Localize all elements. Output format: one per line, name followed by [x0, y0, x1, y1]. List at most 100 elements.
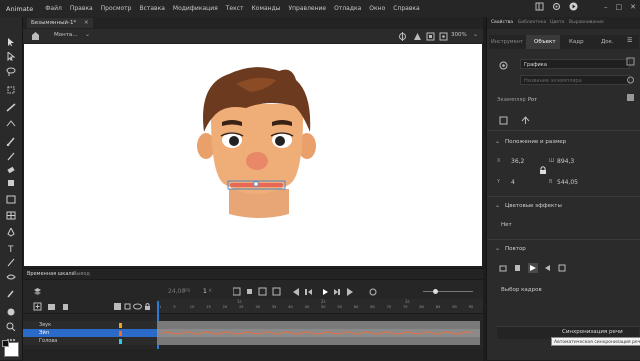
rectangle-tool-icon[interactable] — [6, 195, 16, 204]
h-value[interactable]: 544,05 — [557, 179, 578, 186]
hand-tool-icon[interactable] — [6, 307, 16, 316]
constrain-lock-icon[interactable] — [539, 165, 547, 175]
subtab-tool[interactable]: Инструмент — [491, 39, 523, 45]
eraser-tool-icon[interactable] — [6, 165, 16, 174]
layer-frames[interactable] — [157, 337, 480, 345]
chevron-down-icon[interactable]: ⌄ — [495, 245, 500, 252]
menu-commands[interactable]: Команды — [252, 5, 281, 12]
width-tool-icon[interactable] — [6, 273, 16, 282]
text-tool-icon[interactable]: T — [6, 244, 16, 253]
x-value[interactable]: 36,2 — [511, 158, 524, 165]
chevron-down-icon[interactable]: ⌄ — [495, 138, 500, 145]
tab-colors[interactable]: Цвета — [550, 20, 564, 25]
menu-view[interactable]: Просмотр — [101, 5, 132, 12]
frame-ruler[interactable]: 1s 2s 3s 1 5 10 15 20 25 30 35 40 45 50 55 60 65 70 75 8… — [157, 299, 492, 314]
character-face[interactable] — [24, 44, 482, 266]
play-once-icon — [515, 265, 520, 271]
menu-control[interactable]: Управление — [288, 5, 326, 12]
tab-align[interactable]: Выравнивание — [569, 20, 604, 25]
section-color-effects[interactable]: Цветовые эффекты — [505, 203, 562, 209]
center-stage-icon[interactable] — [439, 32, 448, 41]
brush-tool-icon[interactable] — [6, 137, 16, 146]
frame-picker-button[interactable]: Выбор кадров — [501, 287, 542, 293]
menu-edit[interactable]: Правка — [70, 5, 93, 12]
menu-help[interactable]: Справка — [393, 5, 419, 12]
close-icon[interactable]: ✕ — [630, 3, 636, 11]
menu-debug[interactable]: Отладка — [334, 5, 361, 12]
paint-bucket-tool-icon[interactable] — [6, 178, 16, 187]
layer-frames[interactable] — [157, 329, 480, 337]
panel-menu-icon[interactable]: ☰ — [627, 37, 635, 45]
stroke-color-swatch[interactable] — [2, 340, 9, 347]
layout-icon[interactable] — [535, 2, 544, 11]
maximize-icon[interactable]: □ — [616, 3, 623, 11]
zoom-chevron-icon[interactable]: ⌄ — [473, 31, 478, 38]
lasso-tool-icon[interactable] — [6, 67, 16, 76]
zoom-tool-icon[interactable] — [6, 322, 16, 331]
edit-symbol-icon[interactable] — [499, 116, 508, 125]
layer-row[interactable]: Голова — [23, 337, 157, 345]
layers-icon[interactable] — [33, 287, 42, 296]
section-loop[interactable]: Повтор — [505, 246, 526, 252]
zoom-slider-handle[interactable] — [433, 289, 438, 294]
swap-symbol-icon[interactable] — [521, 116, 530, 125]
edit-symbols-icon[interactable] — [413, 32, 422, 41]
subselection-tool-icon[interactable] — [6, 52, 16, 61]
stage-canvas[interactable] — [24, 44, 482, 266]
scene-selector[interactable]: Монта... — [54, 32, 78, 38]
tab-library[interactable]: Библиотека — [518, 20, 546, 25]
menu-file[interactable]: Файл — [45, 5, 62, 12]
subtab-frame[interactable]: Кадр — [569, 39, 584, 45]
tab-timeline[interactable]: Временная шкала — [27, 271, 75, 277]
line-tool-icon[interactable] — [6, 258, 16, 267]
selection-tool-icon[interactable] — [6, 38, 16, 47]
tab-properties[interactable]: Свойства — [491, 20, 513, 25]
instance-of-value[interactable]: Рот — [528, 97, 537, 103]
delete-layer-icon[interactable] — [61, 302, 70, 311]
menu-window[interactable]: Окно — [369, 5, 385, 12]
chevron-down-icon[interactable]: ⌄ — [85, 31, 90, 38]
w-value[interactable]: 894,3 — [557, 158, 574, 165]
frame-number: 65 — [370, 305, 375, 309]
zoom-level[interactable]: 300% — [451, 32, 467, 38]
symbol-type-select[interactable]: Графика — [520, 59, 630, 69]
layer-row[interactable]: Звук — [23, 321, 157, 329]
highlight-icon[interactable] — [113, 302, 122, 311]
bone-tool-icon[interactable] — [6, 103, 16, 112]
color-effect-select[interactable]: Нет — [501, 222, 512, 228]
add-layer-icon[interactable] — [33, 302, 42, 311]
y-value[interactable]: 4 — [511, 179, 515, 186]
instance-name-input[interactable]: Название экземпляра — [520, 75, 630, 85]
menu-insert[interactable]: Вставка — [139, 5, 164, 12]
menu-text[interactable]: Текст — [226, 5, 244, 12]
eyedropper-tool-icon[interactable] — [6, 289, 16, 298]
close-tab-icon[interactable]: ✕ — [84, 20, 89, 26]
zoom-slider-track[interactable] — [423, 291, 473, 292]
layer-frames[interactable] — [157, 321, 480, 329]
lip-sync-button[interactable]: Синхронизация речи — [562, 329, 623, 335]
document-tab[interactable]: Безымянный-1* ✕ — [27, 18, 93, 28]
pencil-tool-icon[interactable] — [6, 152, 16, 161]
clip-icon[interactable] — [426, 32, 435, 41]
free-transform-tool-icon[interactable] — [6, 86, 16, 95]
play-test-icon[interactable] — [569, 2, 578, 11]
outline-icon[interactable] — [123, 302, 132, 311]
visibility-icon[interactable] — [133, 302, 142, 311]
minimize-icon[interactable]: – — [604, 3, 608, 11]
subtab-object[interactable]: Объект — [534, 39, 556, 45]
gear-icon[interactable] — [552, 2, 561, 11]
tab-output[interactable]: Вывод — [73, 271, 90, 277]
grid-tool-icon[interactable] — [6, 211, 16, 220]
subtab-document[interactable]: Док. — [601, 39, 614, 45]
lock-icon[interactable] — [143, 302, 152, 311]
chevron-down-icon[interactable]: ⌄ — [495, 202, 500, 209]
snap-icon[interactable] — [398, 32, 407, 41]
pen-tool-icon[interactable] — [6, 228, 16, 237]
current-frame[interactable]: 1 — [203, 288, 207, 295]
menu-modify[interactable]: Модификация — [173, 5, 218, 12]
section-position-size[interactable]: Положение и размер — [505, 139, 566, 145]
asset-warp-tool-icon[interactable] — [6, 119, 16, 128]
frame-number: 30 — [255, 305, 260, 309]
layer-row[interactable]: Эйп — [23, 329, 157, 337]
add-folder-icon[interactable] — [47, 302, 56, 311]
